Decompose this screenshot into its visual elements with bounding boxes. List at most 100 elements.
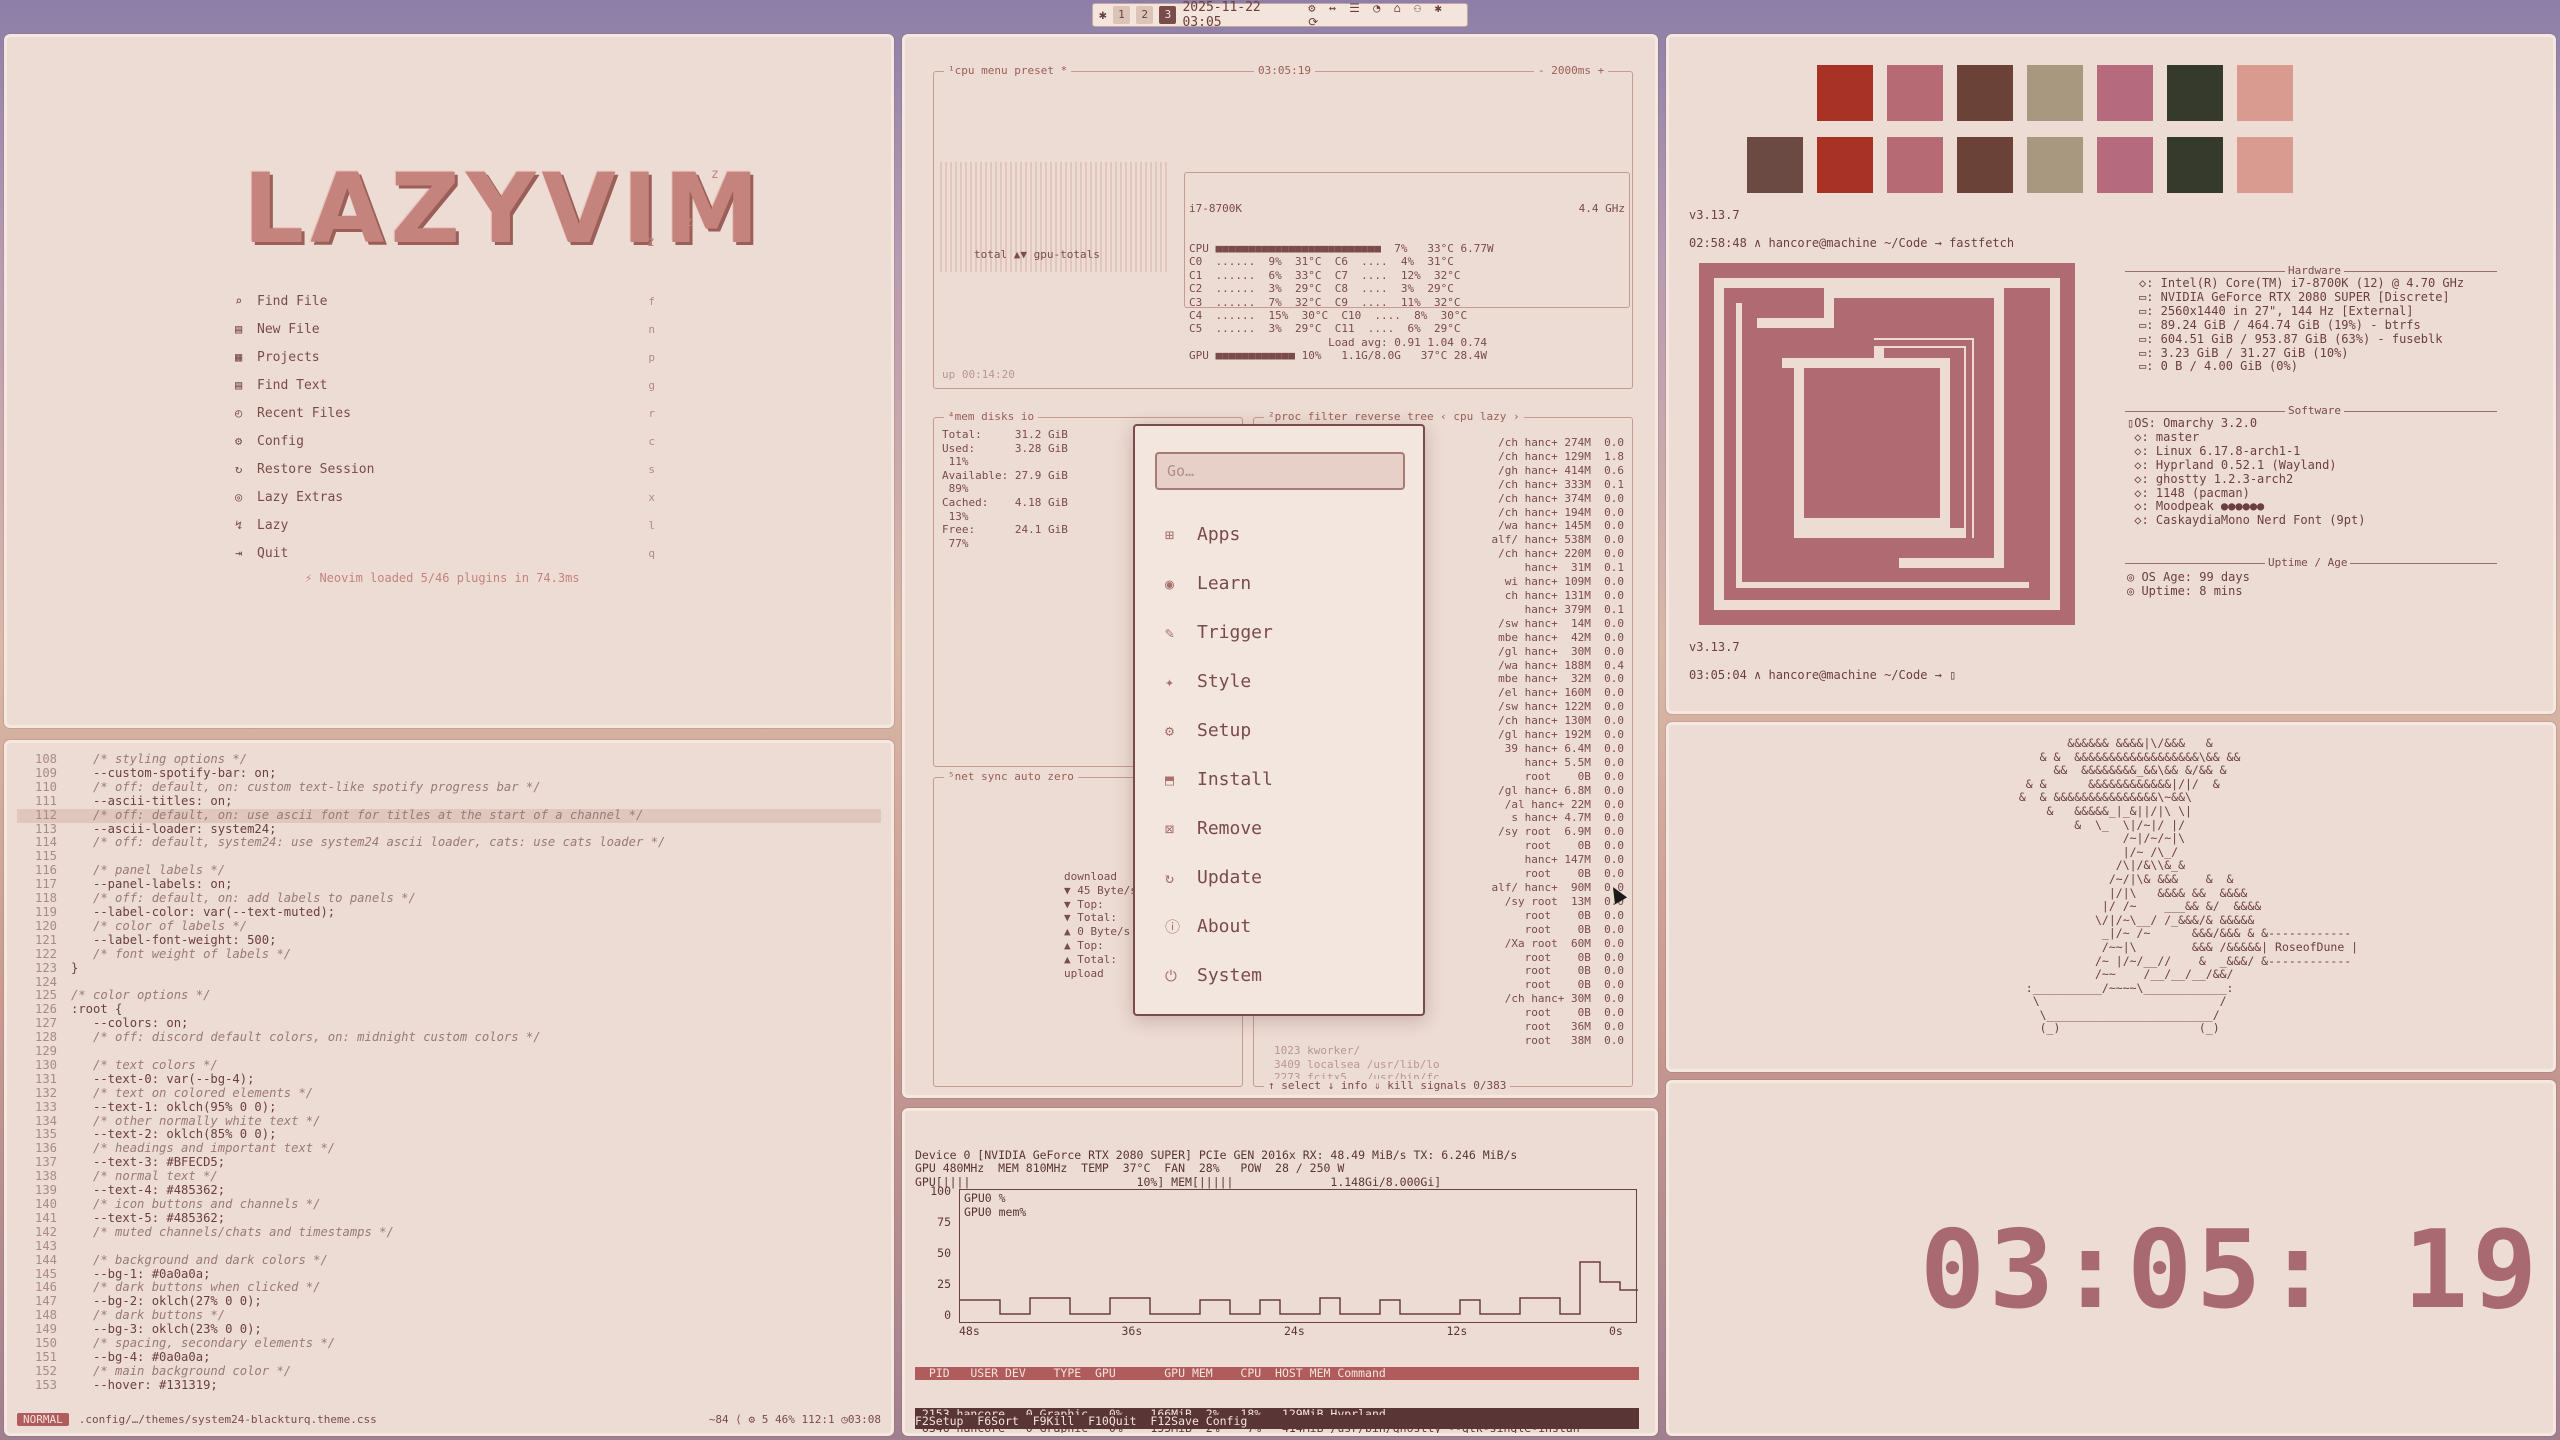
function-key-bar[interactable]: F2Setup F6Sort F9Kill F10Quit F12Save Co…	[915, 1414, 1639, 1429]
menu-item-trigger[interactable]: ✎ Trigger	[1165, 608, 1405, 657]
nvtop-window[interactable]: Device 0 [NVIDIA GeForce RTX 2080 SUPER]…	[902, 1108, 1658, 1436]
code-line[interactable]: 134 /* other normally white text */	[17, 1114, 881, 1129]
code-line[interactable]: 151 --bg-4: #0a0a0a;	[17, 1350, 881, 1365]
code-line[interactable]: 124	[17, 974, 881, 990]
code-line[interactable]: 111 --ascii-titles: on;	[17, 793, 881, 809]
code-line[interactable]: 114 /* off: default, system24: use syste…	[17, 835, 881, 850]
dash-item-new-file[interactable]: ▤ New File n	[235, 315, 655, 343]
code-line[interactable]: 119 --label-color: var(--text-muted);	[17, 904, 881, 920]
line-text: --ascii-titles: on;	[71, 793, 233, 808]
code-line[interactable]: 137 --text-3: #BFECD5;	[17, 1155, 881, 1170]
code-line[interactable]: 131 --text-0: var(--bg-4);	[17, 1072, 881, 1087]
mem-row: Total: 31.2 GiB	[942, 428, 1068, 441]
dash-item-projects[interactable]: ▦ Projects p	[235, 343, 655, 371]
code-line[interactable]: 125 /* color options */	[17, 988, 881, 1003]
code-line[interactable]: 118 /* off: default, on: add labels to p…	[17, 891, 881, 906]
code-line[interactable]: 126:root {	[17, 1002, 881, 1017]
color-swatch	[1817, 65, 1873, 121]
workspace-1[interactable]: 1	[1112, 6, 1131, 24]
line-number: 122	[34, 946, 57, 961]
code-line[interactable]: 112 /* off: default, on: use ascii font …	[17, 808, 881, 823]
menu-item-remove[interactable]: ⊠ Remove	[1165, 804, 1405, 853]
info-icon: ⓘ	[1165, 918, 1181, 936]
dash-item-find-file[interactable]: ⌕ Find File f	[235, 287, 655, 315]
launcher-search-input[interactable]	[1155, 452, 1405, 490]
arch-icon[interactable]: ✱	[1099, 8, 1107, 23]
code-line[interactable]: 135 --text-2: oklch(85% 0 0);	[17, 1128, 881, 1142]
workspace-3[interactable]: 3	[1159, 6, 1177, 24]
code-line[interactable]: 150 /* spacing, secondary elements */	[17, 1336, 881, 1351]
menu-item-learn[interactable]: ◉ Learn	[1165, 559, 1405, 608]
software-row: ◇: Linux 6.17.8-arch1-1	[2127, 443, 2301, 458]
code-line[interactable]: 152 /* main background color */	[17, 1363, 881, 1379]
line-text: --bg-3: oklch(23% 0 0);	[71, 1322, 262, 1337]
lazyvim-window[interactable]: LAZYVIM z z z ⌕ Find File f ▤ New File n ▦ Pr…	[4, 34, 894, 728]
code-line[interactable]: 128 /* off: discord default colors, on: …	[17, 1030, 881, 1045]
line-text: /* main background color */	[71, 1363, 292, 1378]
line-number: 124	[34, 974, 57, 989]
code-line[interactable]: 136 /* headings and important text */	[17, 1141, 881, 1156]
fastfetch-terminal-window[interactable]: v3.13.7 02:58:48 ∧ hancore@machine ~/Cod…	[1666, 34, 2556, 714]
code-line[interactable]: 144 /* background and dark colors */	[17, 1253, 881, 1268]
code-line[interactable]: 132 /* text on colored elements */	[17, 1086, 881, 1101]
code-line[interactable]: 129	[17, 1044, 881, 1059]
dash-item-recent-files[interactable]: ◴ Recent Files r	[235, 399, 655, 427]
code-line[interactable]: 115	[17, 849, 881, 864]
menu-item-style[interactable]: ✦ Style	[1165, 657, 1405, 706]
code-line[interactable]: 120 /* color of labels */	[17, 919, 881, 934]
launcher-menu[interactable]: ⊞Apps ◉Learn ✎Trigger ✦Style ⚙Setup ⬒Ins…	[1133, 424, 1425, 1016]
code-line[interactable]: 121 --label-font-weight: 500;	[17, 933, 881, 948]
code-line[interactable]: 140 /* icon buttons and channels */	[17, 1197, 881, 1212]
dash-item-restore-session[interactable]: ↻ Restore Session s	[235, 455, 655, 483]
menu-item-system[interactable]: ⏻ System	[1165, 951, 1405, 1000]
gpu-usage-line	[960, 1261, 1638, 1315]
code-line[interactable]: 123}	[17, 961, 881, 976]
workspace-2[interactable]: 2	[1136, 6, 1154, 24]
code-line[interactable]: 139 --text-4: #485362;	[17, 1183, 881, 1198]
code-line[interactable]: 142 /* muted channels/chats and timestam…	[17, 1225, 881, 1240]
code-line[interactable]: 153 --hover: #131319;	[17, 1378, 881, 1393]
cpu-box-title[interactable]: ¹cpu menu preset *	[944, 64, 1072, 77]
code-line[interactable]: 145 --bg-1: #0a0a0a;	[17, 1267, 881, 1282]
code-line[interactable]: 108 /* styling options */	[17, 752, 881, 767]
code-line[interactable]: 117 --panel-labels: on;	[17, 877, 881, 892]
code-line[interactable]: 127 --colors: on;	[17, 1016, 881, 1031]
dash-item-quit[interactable]: ⇥ Quit q	[235, 539, 655, 567]
dash-item-lazy-extras[interactable]: ◎ Lazy Extras x	[235, 483, 655, 511]
menu-item-about[interactable]: ⓘ About	[1165, 902, 1405, 951]
cpu-row: CPU ■■■■■■■■■■■■■■■■■■■■■■■■■ 7% 33°C 6.…	[1189, 242, 1494, 256]
system-tray[interactable]: ⚙ ↔ ☰ ◔ ⌂ ⚇ ✱ ⟳	[1308, 1, 1461, 29]
menu-item-apps[interactable]: ⊞ Apps	[1165, 510, 1405, 559]
code-buffer[interactable]: 108 /* styling options */109 --custom-sp…	[17, 752, 881, 1407]
code-line[interactable]: 146 /* dark buttons when clicked */	[17, 1280, 881, 1295]
code-line[interactable]: 149 --bg-3: oklch(23% 0 0);	[17, 1322, 881, 1337]
ascii-art-window[interactable]: &&&&&& &&&&|\/&&& & & & &&&&&&&&&&&&&&&&…	[1666, 722, 2556, 1072]
sleep-z-icon: z	[685, 215, 693, 230]
refresh-interval[interactable]: - 2000ms +	[1534, 64, 1609, 77]
menu-item-setup[interactable]: ⚙ Setup	[1165, 706, 1405, 755]
code-line[interactable]: 110 /* off: default, on: custom text-lik…	[17, 780, 881, 795]
code-line[interactable]: 141 --text-5: #485362;	[17, 1211, 881, 1226]
dash-item-config[interactable]: ⚙ Config c	[235, 427, 655, 455]
proc-footer[interactable]: ↑ select ↓ info ⇓ kill signals 0/383	[1264, 1079, 1511, 1092]
menu-item-install[interactable]: ⬒ Install	[1165, 755, 1405, 804]
code-line[interactable]: 122 /* font weight of labels */	[17, 946, 881, 962]
code-line[interactable]: 143	[17, 1239, 881, 1254]
code-line[interactable]: 116 /* panel labels */	[17, 863, 881, 878]
code-line[interactable]: 133 --text-1: oklch(95% 0 0);	[17, 1099, 881, 1115]
uptime-title: Uptime / Age	[2265, 556, 2351, 569]
code-line[interactable]: 109 --custom-spotify-bar: on;	[17, 766, 881, 781]
code-line[interactable]: 148 /* dark buttons */	[17, 1308, 881, 1323]
clock-datetime[interactable]: 2025-11-22 03:05	[1182, 0, 1302, 30]
code-line[interactable]: 130 /* text colors */	[17, 1058, 881, 1073]
line-text: --label-color: var(--text-muted);	[71, 904, 336, 919]
code-line[interactable]: 138 /* normal text */	[17, 1169, 881, 1184]
dash-item-lazy[interactable]: ↯ Lazy l	[235, 511, 655, 539]
menu-item-update[interactable]: ↻ Update	[1165, 853, 1405, 902]
code-line[interactable]: 147 --bg-2: oklch(27% 0 0);	[17, 1294, 881, 1309]
dash-item-find-text[interactable]: ▤ Find Text g	[235, 371, 655, 399]
code-editor-window[interactable]: 108 /* styling options */109 --custom-sp…	[4, 740, 894, 1436]
shell-prompt-2[interactable]: 03:05:04 ∧ hancore@machine ~/Code → ▯	[1689, 668, 1956, 683]
line-number: 133	[34, 1099, 57, 1114]
code-line[interactable]: 113 --ascii-loader: system24;	[17, 822, 881, 837]
